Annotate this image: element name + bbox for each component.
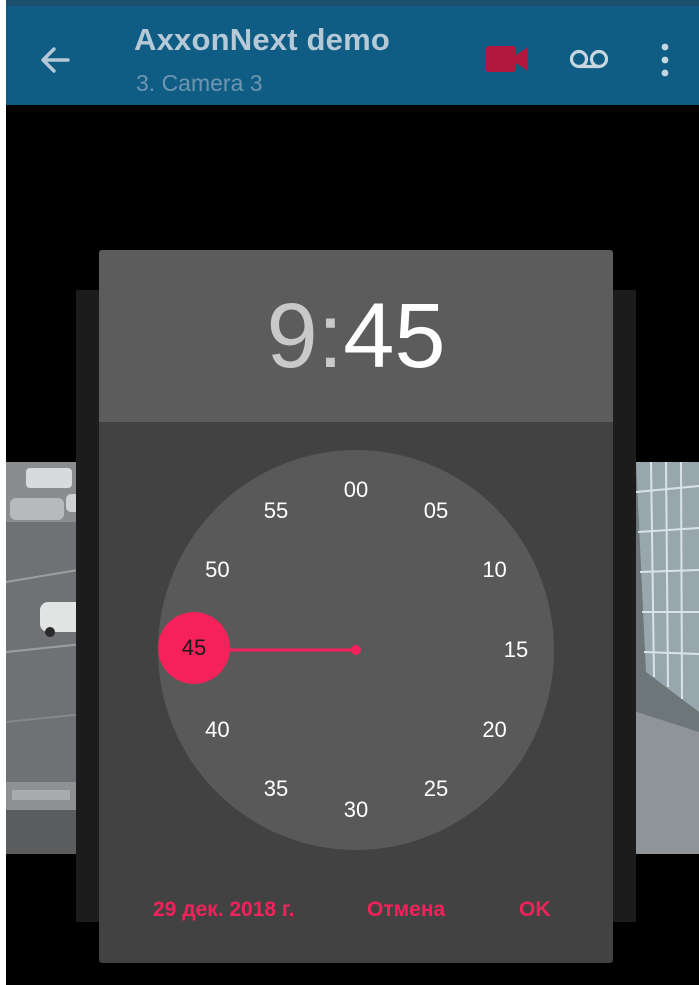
live-video-button[interactable]: [484, 44, 530, 74]
app-screen: AxxonNext demo 3. Camera 3 9:45 45 00 05…: [6, 0, 699, 985]
minute-label-35[interactable]: 35: [251, 774, 301, 804]
back-arrow-icon: [41, 47, 70, 73]
minute-label-50[interactable]: 50: [192, 555, 242, 585]
minute-label-10[interactable]: 10: [470, 555, 520, 585]
minute-label-20[interactable]: 20: [470, 715, 520, 745]
minute-label-05[interactable]: 05: [411, 496, 461, 526]
ok-button[interactable]: OK: [519, 890, 551, 930]
app-bar: AxxonNext demo 3. Camera 3: [6, 6, 699, 105]
clock-dial[interactable]: 45 00 05 10 15 20 25 30 35 40 50 55: [158, 450, 554, 850]
minute-label-00[interactable]: 00: [331, 475, 381, 505]
video-camera-icon: [486, 46, 528, 72]
minute-label-30[interactable]: 30: [331, 795, 381, 825]
selected-minute-label: 45: [181, 635, 207, 660]
hour-value[interactable]: 9: [266, 285, 317, 387]
time-picker-dialog: 9:45 45 00 05 10 15 20 25 30 35 40 50 55 29 дек. 2…: [99, 250, 613, 963]
minute-label-55[interactable]: 55: [251, 496, 301, 526]
time-separator: :: [317, 285, 344, 387]
time-picker-header: 9:45: [99, 250, 613, 422]
voicemail-icon: [569, 49, 609, 69]
cancel-button[interactable]: Отмена: [367, 890, 445, 930]
minute-label-25[interactable]: 25: [411, 774, 461, 804]
selected-time: 9:45: [99, 284, 613, 389]
minute-label-40[interactable]: 40: [192, 715, 242, 745]
date-button[interactable]: 29 дек. 2018 г.: [153, 890, 294, 930]
back-button[interactable]: [34, 38, 78, 82]
more-options-button[interactable]: [656, 38, 674, 82]
camera-subtitle: 3. Camera 3: [136, 70, 263, 96]
app-title: AxxonNext demo: [134, 22, 391, 57]
minute-label-15[interactable]: 15: [491, 635, 541, 665]
more-vertical-icon: [661, 43, 669, 77]
archive-button[interactable]: [568, 46, 610, 72]
dialog-actions: 29 дек. 2018 г. Отмена OK: [99, 890, 613, 930]
minute-value[interactable]: 45: [343, 285, 445, 387]
